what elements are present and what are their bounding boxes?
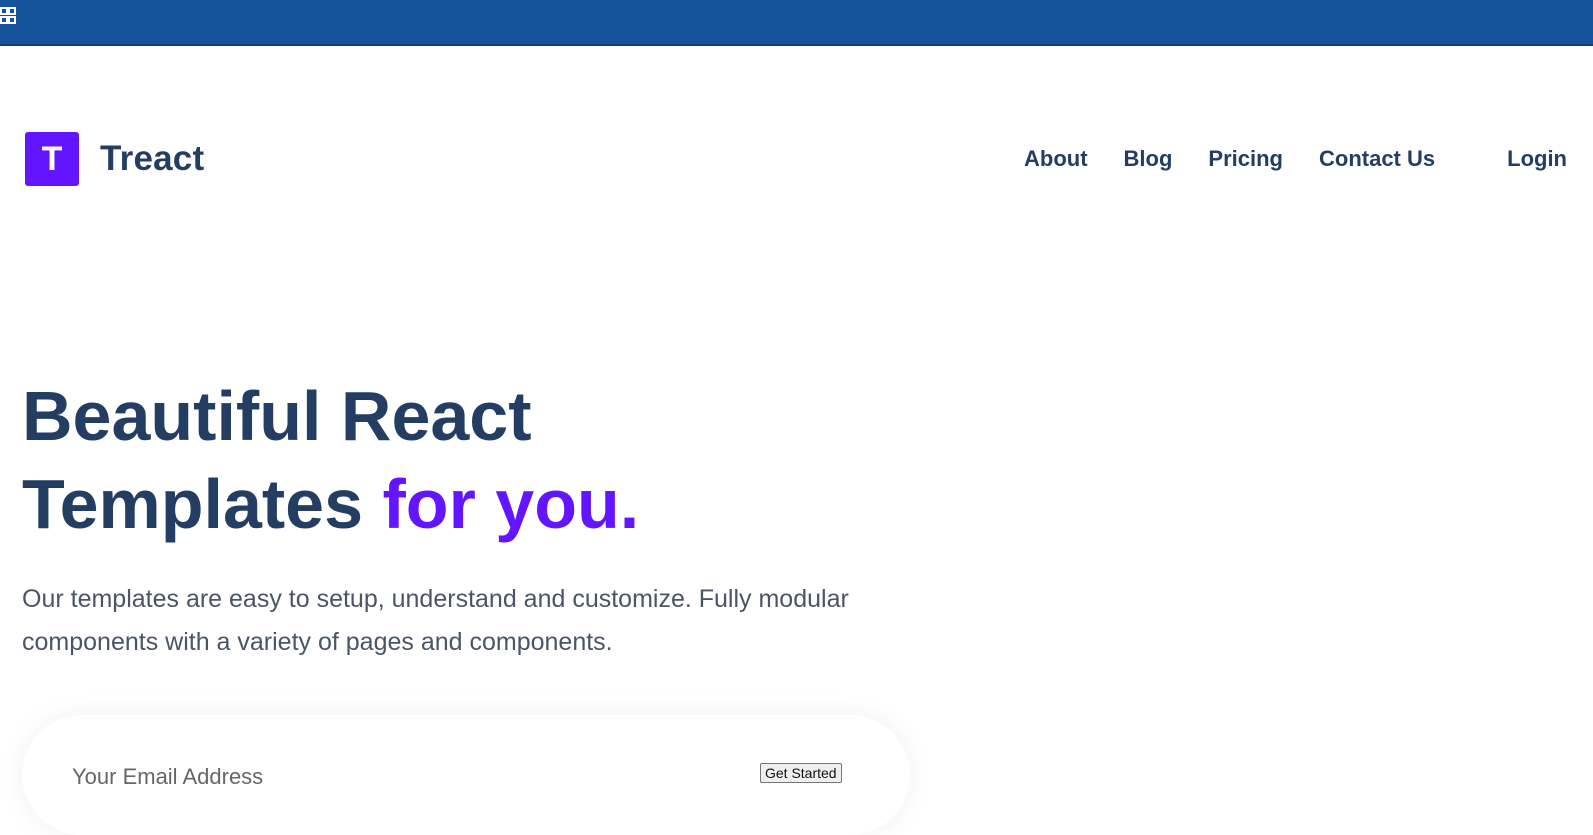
brand-link[interactable]: T Treact bbox=[25, 132, 204, 186]
signup-form: Get Started bbox=[22, 715, 910, 835]
email-input[interactable] bbox=[70, 763, 570, 791]
nav-link-blog[interactable]: Blog bbox=[1124, 146, 1173, 172]
hero-title-line1: Beautiful React bbox=[22, 377, 532, 455]
nav-link-contact-us[interactable]: Contact Us bbox=[1319, 146, 1435, 172]
main-nav: About Blog Pricing Contact Us Login bbox=[1024, 146, 1567, 172]
nav-link-about[interactable]: About bbox=[1024, 146, 1088, 172]
get-started-button[interactable]: Get Started bbox=[760, 763, 842, 783]
hero-title: Beautiful React Templates for you. bbox=[22, 372, 639, 548]
grid-icon[interactable] bbox=[0, 5, 16, 27]
hero-description: Our templates are easy to setup, underst… bbox=[22, 585, 849, 656]
hero-title-accent: for you. bbox=[382, 465, 640, 543]
nav-link-pricing[interactable]: Pricing bbox=[1208, 146, 1283, 172]
hero-title-line2: Templates bbox=[22, 465, 383, 543]
logo: T bbox=[25, 132, 79, 186]
login-link[interactable]: Login bbox=[1507, 146, 1567, 172]
top-bar bbox=[0, 0, 1593, 46]
brand-name: Treact bbox=[100, 139, 205, 178]
